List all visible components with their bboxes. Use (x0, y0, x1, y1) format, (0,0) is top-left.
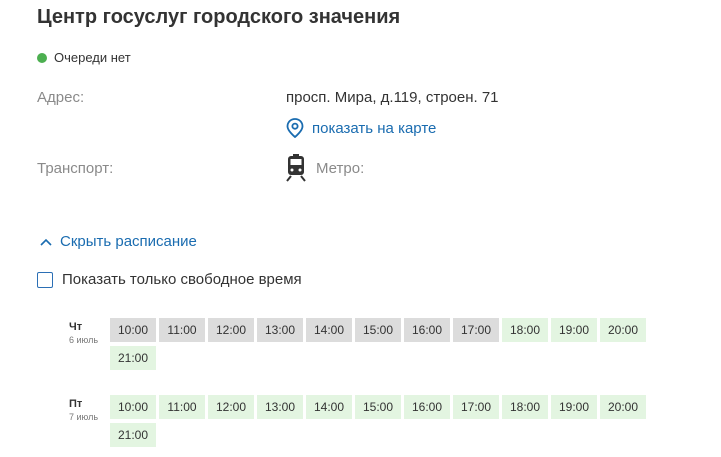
free-time-only-option[interactable]: Показать только свободное время (37, 271, 302, 288)
thursday-slots: 10:00 11:00 12:00 13:00 14:00 15:00 16:00 17:00… (110, 318, 650, 374)
time-slot-free[interactable]: 18:00 (502, 395, 548, 419)
map-pin-icon (286, 118, 304, 138)
time-slot-busy[interactable]: 17:00 (453, 318, 499, 342)
time-slot-free[interactable]: 10:00 (110, 395, 156, 419)
time-slot-free[interactable]: 16:00 (404, 395, 450, 419)
day-date: 7 июль (69, 412, 99, 422)
time-slot-free[interactable]: 19:00 (551, 395, 597, 419)
time-slot-free[interactable]: 21:00 (110, 346, 156, 370)
hide-schedule-toggle[interactable]: Скрыть расписание (40, 233, 197, 250)
queue-status: Очереди нет (37, 50, 131, 65)
day-date: 6 июль (69, 335, 99, 345)
day-name: Пт (69, 398, 83, 410)
day-friday: Пт 7 июль (69, 398, 98, 422)
free-time-only-checkbox[interactable] (37, 271, 53, 288)
time-slot-free[interactable]: 20:00 (600, 318, 646, 342)
day-name: Чт (69, 321, 83, 333)
time-slot-busy[interactable]: 15:00 (355, 318, 401, 342)
time-slot-free[interactable]: 13:00 (257, 395, 303, 419)
time-slot-free[interactable]: 12:00 (208, 395, 254, 419)
page-title: Центр госуслуг городского значения (37, 6, 401, 28)
time-slot-free[interactable]: 15:00 (355, 395, 401, 419)
show-on-map-text: показать на карте (312, 119, 437, 137)
train-icon (286, 154, 306, 182)
friday-slots: 10:00 11:00 12:00 13:00 14:00 15:00 16:00 17:00… (110, 395, 650, 451)
time-slot-busy[interactable]: 14:00 (306, 318, 352, 342)
metro-info: Метро: (286, 154, 364, 182)
time-slot-free[interactable]: 20:00 (600, 395, 646, 419)
address-value: просп. Мира, д.119, строен. 71 (286, 89, 499, 106)
hide-schedule-text: Скрыть расписание (60, 233, 197, 250)
time-slot-free[interactable]: 17:00 (453, 395, 499, 419)
day-thursday: Чт 6 июль (69, 321, 98, 345)
free-time-only-label: Показать только свободное время (62, 271, 302, 288)
status-dot-icon (37, 52, 47, 63)
transport-label: Транспорт: (37, 160, 114, 177)
time-slot-busy[interactable]: 13:00 (257, 318, 303, 342)
metro-label: Метро: (316, 159, 365, 177)
time-slot-free[interactable]: 19:00 (551, 318, 597, 342)
time-slot-busy[interactable]: 12:00 (208, 318, 254, 342)
queue-status-text: Очереди нет (54, 50, 131, 65)
time-slot-free[interactable]: 21:00 (110, 423, 156, 447)
time-slot-busy[interactable]: 11:00 (159, 318, 205, 342)
address-label: Адрес: (37, 89, 85, 106)
time-slot-busy[interactable]: 10:00 (110, 318, 156, 342)
time-slot-busy[interactable]: 16:00 (404, 318, 450, 342)
time-slot-free[interactable]: 11:00 (159, 395, 205, 419)
show-on-map-link[interactable]: показать на карте (286, 118, 436, 138)
time-slot-free[interactable]: 14:00 (306, 395, 352, 419)
chevron-up-icon (40, 238, 52, 246)
time-slot-free[interactable]: 18:00 (502, 318, 548, 342)
